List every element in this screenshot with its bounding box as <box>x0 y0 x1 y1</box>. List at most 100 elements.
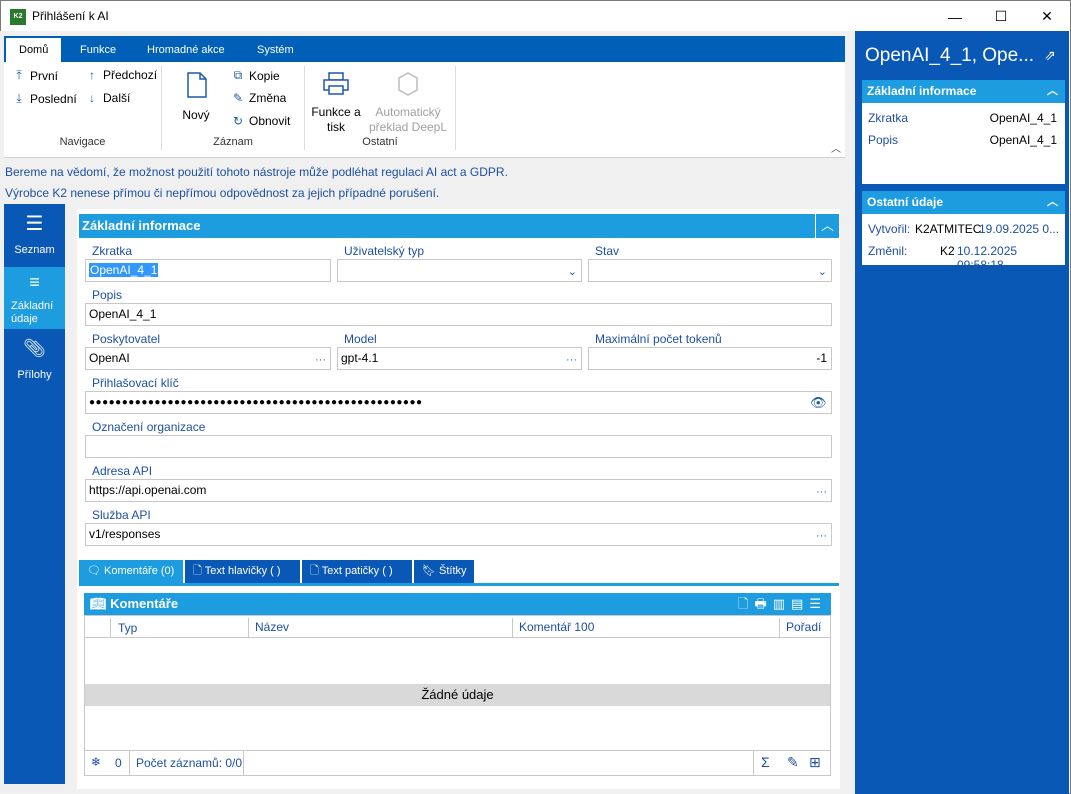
column-typ[interactable]: Typ <box>118 621 137 635</box>
hamburger-icon: ☰ <box>25 213 44 235</box>
chart-icon[interactable]: ▥ <box>773 596 791 611</box>
next-button[interactable]: ↓ Další <box>85 91 130 105</box>
close-button[interactable]: ✕ <box>1024 1 1070 32</box>
book-icon: 📖︎ <box>90 596 107 611</box>
poskytovatel-field[interactable]: OpenAI ··· <box>85 347 331 370</box>
label-popis: Popis <box>92 288 123 302</box>
snowflake-icon[interactable]: ❄ <box>91 755 101 769</box>
comment-icon: 🗨︎ <box>87 565 101 577</box>
maximize-button[interactable]: ☐ <box>978 1 1024 32</box>
arrow-up-bar-icon: ⤒ <box>16 68 22 82</box>
ellipsis-icon[interactable]: ··· <box>816 526 827 547</box>
minimize-button[interactable]: — <box>932 1 978 32</box>
label-max-tokeny: Maximální počet tokenů <box>595 332 722 346</box>
tab-stitky[interactable]: 🔖︎ Štítky <box>414 560 474 583</box>
chevron-up-icon[interactable]: ︿ <box>1047 80 1058 103</box>
right-zkratka-label: Zkratka <box>868 111 909 125</box>
label-zkratka: Zkratka <box>92 244 133 258</box>
side-navigation: ☰ Seznam ≡ Základní údaje 📎︎ Přílohy <box>4 204 65 784</box>
print-button[interactable]: Funkce a tisk <box>306 68 366 134</box>
right-zkratka-value: OpenAI_4_1 <box>989 111 1057 125</box>
copy-icon: ⧉ <box>233 68 243 82</box>
last-button[interactable]: ⤓ Poslední <box>12 91 76 106</box>
comments-grid: Typ Název Komentář 100 Pořadí Žádné údaj… <box>84 615 831 776</box>
print-icon[interactable]: 🖶︎ <box>754 596 772 611</box>
label-stav: Stav <box>595 244 620 258</box>
api-key-field[interactable]: ●●●●●●●●●●●●●●●●●●●●●●●●●●●●●●●●●●●●●●●●… <box>85 391 832 414</box>
sidenav-item-zakladni-udaje[interactable]: ≡ Základní údaje <box>4 267 65 329</box>
zkratka-field[interactable]: OpenAI_4_1 <box>85 259 331 282</box>
tab-funkce[interactable]: Funkce <box>67 38 129 62</box>
window-title: Přihlášení k AI <box>32 9 109 23</box>
document-icon: 🗋︎ <box>310 565 319 577</box>
collapse-ribbon-icon[interactable]: ︿ <box>831 140 841 155</box>
arrow-up-icon: ↑ <box>89 68 95 82</box>
label-sluzba-api: Služba API <box>92 508 151 522</box>
chevron-up-icon[interactable]: ︿ <box>815 214 839 238</box>
record-title: OpenAI_4_1, Ope... <box>865 45 1035 66</box>
ribbon: ⤒ První ⤓ Poslední ↑ Předchozí ↓ Další Navig… <box>4 62 845 158</box>
previous-button[interactable]: ↑ Předchozí <box>85 68 157 82</box>
sidenav-item-seznam[interactable]: ☰ Seznam <box>4 204 65 266</box>
sum-icon[interactable]: Σ <box>761 754 770 770</box>
grid-column-headers: Typ Název Komentář 100 Pořadí <box>85 618 830 638</box>
menu-icon[interactable]: ☰ <box>809 596 827 611</box>
tab-hromadne-akce[interactable]: Hromadné akce <box>134 38 238 62</box>
uzivatelsky-typ-select[interactable]: ⌄ <box>337 259 582 282</box>
open-external-icon[interactable]: ⇗ <box>1044 47 1056 64</box>
deepl-translate-button[interactable]: Automatický překlad DeepL <box>368 68 448 134</box>
ellipsis-icon[interactable]: ··· <box>816 482 827 503</box>
column-nazev[interactable]: Název <box>248 618 289 637</box>
new-record-icon[interactable]: 🗋︎ <box>738 596 754 611</box>
add-row-icon[interactable]: ⊞ <box>809 754 821 771</box>
dropdown-icon[interactable]: ⌄ <box>568 262 577 283</box>
list-icon: ≡ <box>29 272 40 292</box>
label-poskytovatel: Poskytovatel <box>92 332 161 346</box>
refresh-button[interactable]: ↻ Obnovit <box>231 114 290 128</box>
section-header-basic-info: Základní informace ︿ <box>79 214 839 238</box>
tab-text-paticky[interactable]: 🗋︎ Text patičky ( ) <box>302 560 412 583</box>
popis-field[interactable]: OpenAI_4_1 <box>85 303 832 326</box>
group-label-ostatni: Ostatní <box>362 136 398 148</box>
right-other-box: Vytvořil: K2ATMITEC 19.09.2025 0... Změn… <box>862 214 1065 272</box>
new-button[interactable]: Nový <box>176 68 216 128</box>
eye-icon[interactable]: 👁︎ <box>810 392 827 413</box>
first-button[interactable]: ⤒ První <box>12 68 58 83</box>
copy-button[interactable]: ⧉ Kopie <box>231 68 280 83</box>
column-poradi[interactable]: Pořadí <box>779 618 821 637</box>
model-field[interactable]: gpt-4.1 ··· <box>337 347 582 370</box>
right-other-header: Ostatní údaje ︿ <box>862 191 1065 214</box>
tab-system[interactable]: Systém <box>244 38 307 62</box>
arrow-down-bar-icon: ⤓ <box>16 91 22 105</box>
dropdown-icon[interactable]: ⌄ <box>818 262 827 283</box>
tab-domu[interactable]: Domů <box>6 38 62 62</box>
group-separator <box>455 66 456 150</box>
tab-komentare[interactable]: 🗨︎ Komentáře (0) <box>79 560 183 583</box>
printer-icon <box>323 72 349 95</box>
grid-toolbar: 🗋︎🖶︎▥▤☰ <box>738 593 827 615</box>
splitter[interactable] <box>848 31 855 794</box>
edit-button[interactable]: ✎ Změna <box>231 91 286 105</box>
columns-icon[interactable]: ▤ <box>791 596 809 611</box>
frozen-count: 0 <box>115 756 122 770</box>
max-tokeny-field[interactable]: -1 <box>588 347 832 370</box>
column-komentar[interactable]: Komentář 100 <box>512 618 594 637</box>
sidenav-item-prilohy[interactable]: 📎︎ Přílohy <box>4 331 65 391</box>
adresa-api-field[interactable]: https://api.openai.com ··· <box>85 479 832 502</box>
ellipsis-icon[interactable]: ··· <box>566 350 577 371</box>
chevron-up-icon[interactable]: ︿ <box>1047 191 1058 214</box>
group-label-zaznam: Záznam <box>213 136 253 148</box>
document-icon: 🗋︎ <box>193 565 202 577</box>
new-document-icon <box>187 72 207 98</box>
right-basic-header: Základní informace ︿ <box>862 80 1065 103</box>
stav-select[interactable]: ⌄ <box>588 259 832 282</box>
tab-text-hlavicky[interactable]: 🗋︎ Text hlavičky ( ) <box>185 560 300 583</box>
refresh-icon: ↻ <box>232 114 244 128</box>
ellipsis-icon[interactable]: ··· <box>315 350 326 371</box>
organizace-field[interactable] <box>85 435 832 458</box>
ribbon-tab-bar: Domů Funkce Hromadné akce Systém <box>4 36 845 62</box>
label-prihlasovaci-klic: Přihlašovací klíč <box>92 376 179 390</box>
grid-header: 📖︎ Komentáře 🗋︎🖶︎▥▤☰ <box>84 593 831 615</box>
sluzba-api-field[interactable]: v1/responses ··· <box>85 523 832 546</box>
edit-icon[interactable]: ✎ <box>787 754 799 771</box>
